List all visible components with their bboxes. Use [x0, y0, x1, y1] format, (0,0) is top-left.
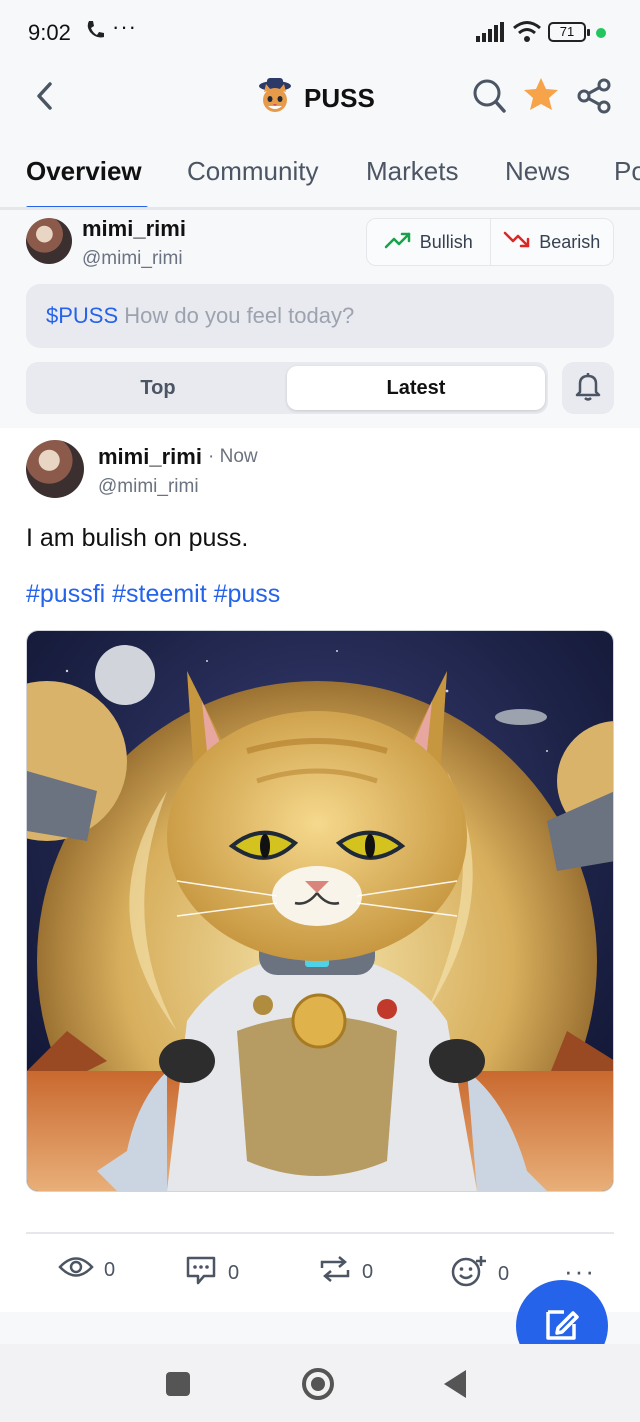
- tab-news[interactable]: News: [505, 156, 570, 187]
- trend-up-icon: [384, 230, 412, 255]
- tab-markets[interactable]: Markets: [366, 156, 458, 187]
- system-back-icon[interactable]: [444, 1370, 466, 1398]
- favorite-star-icon[interactable]: [522, 76, 560, 119]
- notification-bell-button[interactable]: [562, 362, 614, 414]
- sort-top-option[interactable]: Top: [30, 366, 286, 410]
- comments-count: 0: [228, 1261, 240, 1284]
- bell-icon: [574, 371, 602, 406]
- post-author-avatar[interactable]: [26, 440, 84, 498]
- post-author-name[interactable]: mimi_rimi: [98, 444, 202, 470]
- sort-latest-option[interactable]: Latest: [287, 366, 545, 410]
- status-bar: 9:02 ··· 71: [0, 0, 640, 64]
- composer-username: mimi_rimi: [82, 216, 186, 241]
- page-title: PUSS: [304, 83, 375, 113]
- more-notifications-icon: ···: [112, 14, 137, 39]
- views-count: 0: [104, 1258, 116, 1281]
- repost-button[interactable]: 0: [318, 1254, 373, 1290]
- tab-overview[interactable]: Overview: [26, 156, 142, 187]
- sentiment-input[interactable]: $PUSS How do you feel today?: [26, 284, 614, 348]
- post-hashtags[interactable]: #pussfi #steemit #puss: [26, 580, 280, 609]
- tab-community[interactable]: Community: [187, 156, 318, 187]
- puss-logo-icon: [256, 76, 294, 121]
- tab-posts[interactable]: Po: [614, 156, 640, 187]
- battery-indicator: 71: [548, 22, 590, 42]
- comment-icon: [184, 1254, 218, 1292]
- sort-toggle: Top Latest: [26, 362, 548, 414]
- composer-avatar: [26, 218, 72, 264]
- system-navigation-bar: [0, 1344, 640, 1422]
- post-image-astronaut-cat[interactable]: [26, 630, 614, 1192]
- add-reaction-icon: [450, 1254, 488, 1294]
- recent-apps-icon[interactable]: [166, 1372, 190, 1396]
- privacy-dot: [596, 28, 606, 38]
- active-tab-indicator: [26, 206, 148, 207]
- post-card[interactable]: mimi_rimi · Now @mimi_rimi I am bulish o…: [0, 428, 640, 1312]
- eye-icon: [58, 1254, 94, 1286]
- bearish-label: Bearish: [539, 231, 601, 252]
- reactions-count: 0: [498, 1262, 510, 1285]
- signal-icon: [476, 22, 506, 47]
- sentiment-selector: Bullish Bearish: [366, 218, 614, 266]
- phone-call-icon: [84, 18, 106, 47]
- trend-down-icon: [503, 230, 531, 255]
- views-stat[interactable]: 0: [58, 1254, 115, 1286]
- share-icon[interactable]: [576, 78, 612, 119]
- wifi-icon: [512, 20, 542, 49]
- search-icon[interactable]: [472, 78, 506, 119]
- tab-bar: Overview Community Markets News Po: [0, 140, 640, 210]
- react-button[interactable]: 0: [450, 1254, 509, 1294]
- bearish-button[interactable]: Bearish: [489, 219, 614, 265]
- top-app-bar: PUSS: [0, 64, 640, 130]
- post-composer: mimi_rimi @mimi_rimi Bullish Bearish $PU…: [0, 212, 640, 428]
- post-author-handle: @mimi_rimi: [98, 476, 199, 497]
- home-icon[interactable]: [302, 1368, 334, 1400]
- ticker-tag: $PUSS: [46, 303, 119, 328]
- post-text: I am bulish on puss.: [26, 524, 249, 552]
- post-time: · Now: [208, 446, 258, 467]
- bullish-button[interactable]: Bullish: [367, 219, 490, 265]
- composer-handle: @mimi_rimi: [82, 248, 183, 269]
- status-time: 9:02: [28, 20, 71, 45]
- reposts-count: 0: [362, 1260, 374, 1283]
- edit-icon: [542, 1304, 582, 1349]
- token-header: PUSS: [256, 76, 375, 121]
- action-divider: [26, 1232, 614, 1234]
- comment-button[interactable]: 0: [184, 1254, 239, 1292]
- bullish-label: Bullish: [419, 231, 473, 252]
- repost-icon: [318, 1254, 352, 1290]
- input-placeholder: How do you feel today?: [124, 303, 355, 328]
- back-arrow-icon[interactable]: [28, 78, 64, 114]
